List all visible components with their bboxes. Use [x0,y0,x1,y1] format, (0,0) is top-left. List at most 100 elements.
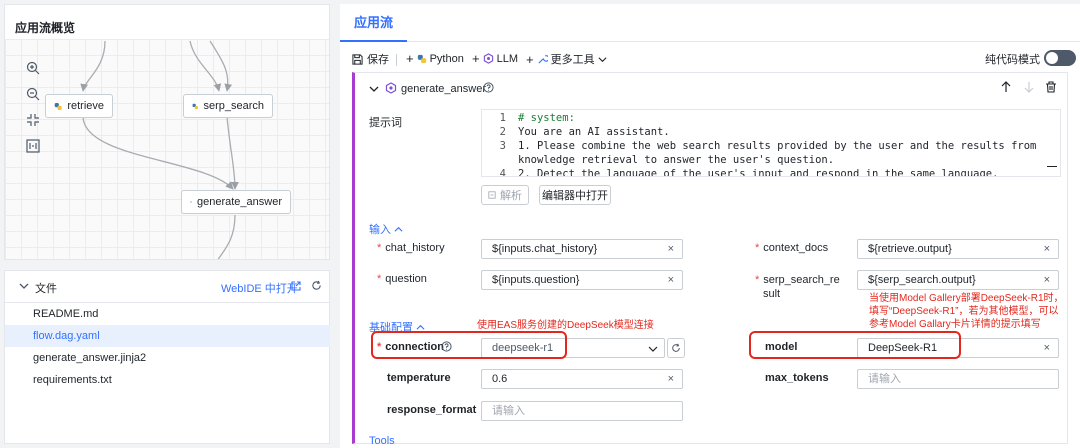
serp-search-result-input[interactable]: ${serp_search.output} × [857,270,1059,290]
line-number: 3 [499,140,506,152]
tools-section-label: Tools [369,435,395,447]
add-python-button[interactable]: + Python [406,51,464,66]
save-icon [352,53,363,65]
model-annotation-line-2: 填写“DeepSeek-R1”，若为其他模型，可以 [869,306,1059,317]
context-docs-input[interactable]: ${retrieve.output} × [857,239,1059,259]
clear-icon[interactable]: × [1044,339,1050,357]
node-retrieve-label: retrieve [67,100,104,112]
refresh-icon [672,343,680,352]
refresh-icon[interactable] [311,280,322,294]
code-line-2: 2 You are an AI assistant. [482,125,1052,139]
add-llm-button[interactable]: + LLM [472,51,518,66]
clear-icon[interactable]: × [1044,271,1050,289]
move-up-icon[interactable] [1000,81,1012,96]
file-panel-header: 文件 WebIDE 中打开 [5,271,329,303]
input-value: ${retrieve.output} [868,243,952,255]
input-value: 0.6 [492,373,508,385]
delete-icon[interactable] [1045,81,1057,96]
chat-history-label: * chat_history [377,242,445,254]
overview-title: 应用流概览 [15,21,76,35]
max-tokens-input[interactable]: 请输入 [857,369,1059,389]
file-item-flow-dag[interactable]: flow.dag.yaml [5,325,330,347]
auto-layout-icon[interactable] [19,133,47,159]
inputs-section-label: 输入 [369,224,391,236]
python-icon [417,54,426,63]
more-tools-button[interactable]: + 更多工具 [526,51,607,67]
connection-highlight-box [371,331,567,359]
clear-icon[interactable]: × [668,240,674,258]
input-value: ${inputs.chat_history} [492,243,598,255]
flow-edges [80,40,239,259]
toolbar-divider [396,54,397,66]
prompt-label: 提示词 [369,117,402,129]
flow-editor-panel: 应用流 保存 + Python + LLM + 更多工具 纯代码模式 gener… [340,4,1080,448]
file-item-generate-answer[interactable]: generate_answer.jinja2 [5,347,330,369]
clear-icon[interactable]: × [668,370,674,388]
prompt-code-editor[interactable]: 1 # system: 2 You are an AI assistant. 3 1.… [481,109,1061,177]
code-line-3: 3 1. Please combine the web search result… [482,139,1052,153]
node-serp-search[interactable]: serp_search [183,94,273,118]
fit-view-icon[interactable] [19,107,47,133]
plus-icon: + [406,51,414,66]
code-text: # system: [518,112,575,124]
webide-open-link[interactable]: WebIDE 中打开 [221,280,298,296]
editor-toolbar: 保存 + Python + LLM + 更多工具 纯代码模式 [340,44,1080,72]
chevron-down-icon [598,56,607,62]
node-card-header: generate_answer [355,73,1067,103]
file-item-readme[interactable]: README.md [5,303,330,325]
parse-label: 解析 [500,190,522,202]
response-format-label: response_format [387,404,477,416]
node-title: generate_answer [401,83,487,95]
flow-canvas[interactable]: retrieve serp_search generate_answer [5,39,329,259]
code-mode-label: 纯代码模式 [985,54,1040,66]
code-line-3-wrap: knowledge retrieval to answer the user's… [482,153,1052,167]
zoom-in-icon[interactable] [19,55,47,81]
line-number: 2 [499,126,506,138]
python-icon [54,102,62,110]
node-generate-answer[interactable]: generate_answer [181,190,291,214]
collapse-chevron-icon[interactable] [369,83,379,97]
help-icon[interactable] [483,82,494,96]
python-label: Python [429,52,464,65]
code-text: 2. Detect the language of the user's inp… [518,168,999,177]
model-annotation-line-1: 当使用Model Gallery部署DeepSeek-R1时， [869,293,1064,304]
code-text: 1. Please combine the web search results… [518,140,1037,152]
code-text: knowledge retrieval to answer the user's… [518,154,835,166]
response-format-input[interactable]: 请输入 [481,401,683,421]
file-panel: 文件 WebIDE 中打开 README.md flow.dag.yaml ge… [4,270,330,444]
save-button[interactable]: 保存 [352,51,389,67]
flow-overview-panel: 应用流概览 retrieve serp_search generate_answ… [4,4,330,260]
inputs-section-toggle[interactable]: 输入 [369,221,403,237]
line-number: 4 [499,168,506,177]
tools-icon [538,54,548,64]
chat-history-input[interactable]: ${inputs.chat_history} × [481,239,683,259]
chevron-down-icon[interactable] [19,280,29,294]
llm-icon [190,201,192,203]
llm-icon [483,53,493,64]
node-retrieve[interactable]: retrieve [45,94,113,118]
max-tokens-label: max_tokens [765,372,829,384]
temperature-input[interactable]: 0.6 × [481,369,683,389]
zoom-out-icon[interactable] [19,81,47,107]
refresh-connection-button[interactable] [667,338,685,358]
chevron-down-icon [648,346,658,352]
node-serp-search-label: serp_search [203,100,264,112]
code-text: You are an AI assistant. [518,126,670,138]
editor-tabbar: 应用流 [340,4,1080,42]
tab-app-flow[interactable]: 应用流 [340,4,408,42]
open-in-editor-button[interactable]: 编辑器中打开 [539,185,611,205]
file-item-requirements[interactable]: requirements.txt [5,369,330,391]
parse-button[interactable]: 解析 [481,185,529,205]
more-tools-label: 更多工具 [550,54,595,66]
model-highlight-box [749,331,961,359]
clear-icon[interactable]: × [668,271,674,289]
code-mode-toggle[interactable] [1044,50,1076,66]
external-link-icon[interactable] [291,280,301,294]
clear-icon[interactable]: × [1044,240,1050,258]
llm-label: LLM [496,52,518,65]
question-input[interactable]: ${inputs.question} × [481,270,683,290]
move-down-icon[interactable] [1023,81,1035,96]
python-icon [192,103,198,109]
input-value: ${inputs.question} [492,274,580,286]
tools-section-toggle[interactable]: Tools [369,435,395,447]
